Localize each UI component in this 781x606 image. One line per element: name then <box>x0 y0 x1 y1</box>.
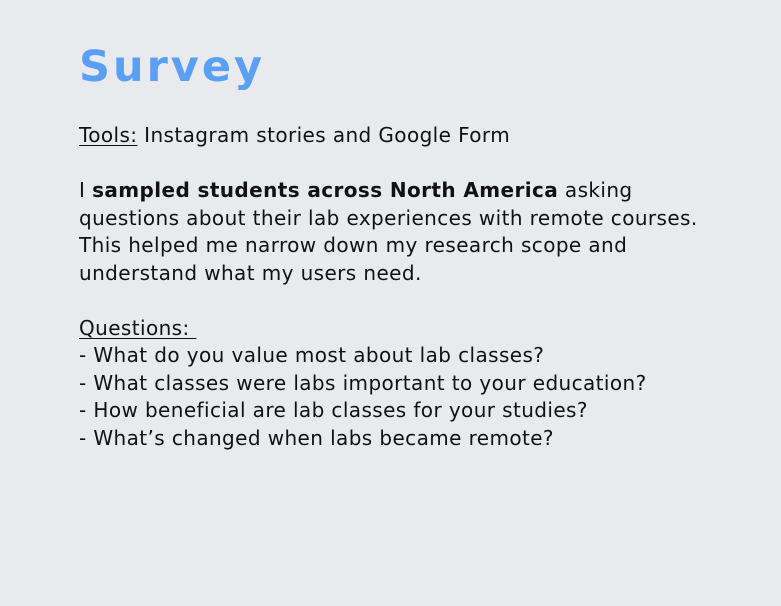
list-item: - How beneficial are lab classes for you… <box>79 398 588 422</box>
survey-section: Survey Tools: Instagram stories and Goog… <box>79 40 719 452</box>
questions-list: - What do you value most about lab class… <box>79 342 719 452</box>
tools-text: Instagram stories and Google Form <box>137 123 511 147</box>
summary-prefix: I <box>79 178 93 202</box>
summary-emphasis: sampled students across North America <box>92 178 559 202</box>
list-item: - What classes were labs important to yo… <box>79 370 647 395</box>
tools-label: Tools: <box>79 123 138 147</box>
questions-heading: Questions: <box>79 315 197 340</box>
list-item: - What’s changed when labs became remote… <box>79 425 554 450</box>
list-item: - What do you value most about lab class… <box>79 343 545 367</box>
page-title: Survey <box>79 42 266 92</box>
questions-heading-line: Questions: <box>79 315 719 343</box>
summary-paragraph: I sampled students across North America … <box>79 177 719 287</box>
tools-line: Tools: Instagram stories and Google Form <box>79 122 719 150</box>
